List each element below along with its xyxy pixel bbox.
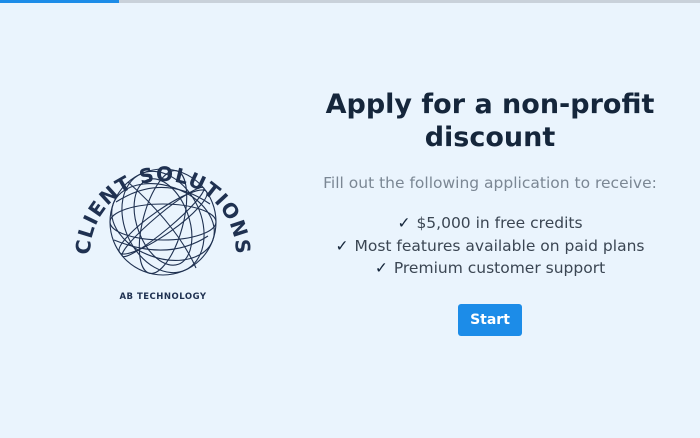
benefit-item: ✓ Premium customer support <box>310 257 670 280</box>
main-content: Apply for a non-profit discount Fill out… <box>310 88 670 336</box>
benefit-label: Premium customer support <box>393 259 606 277</box>
checkmark-icon: ✓ <box>335 236 349 255</box>
page: CLIENT SOLUTIONS AB TECHNOLOGY Apply for… <box>0 0 700 438</box>
page-title: Apply for a non-profit discount <box>325 89 655 153</box>
progress-bar-fill <box>0 0 119 3</box>
benefit-label: Most features available on paid plans <box>354 236 645 255</box>
start-button[interactable]: Start <box>458 303 522 336</box>
benefit-item: ✓ $5,000 in free credits <box>310 212 670 235</box>
company-logo: CLIENT SOLUTIONS AB TECHNOLOGY <box>68 132 258 312</box>
logo-tagline: AB TECHNOLOGY <box>119 292 206 302</box>
benefit-list: ✓ $5,000 in free credits ✓ Most features a… <box>310 212 670 280</box>
logo-arc-text: CLIENT SOLUTIONS <box>71 162 256 256</box>
checkmark-icon: ✓ <box>397 214 411 232</box>
benefit-item: ✓ Most features available on paid plans <box>310 235 670 258</box>
progress-bar <box>0 0 700 3</box>
globe-logo-icon: CLIENT SOLUTIONS AB TECHNOLOGY <box>71 162 256 302</box>
page-subtitle: Fill out the following application to re… <box>323 174 657 192</box>
benefit-label: $5,000 in free credits <box>416 214 583 232</box>
checkmark-icon: ✓ <box>374 259 388 277</box>
